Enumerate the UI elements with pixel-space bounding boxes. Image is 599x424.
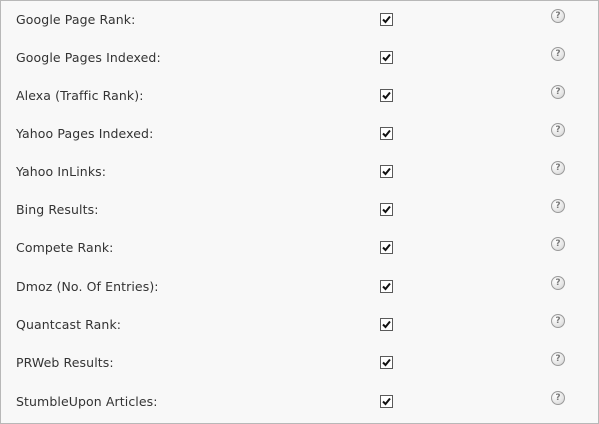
question-circle-icon[interactable]: ? bbox=[551, 314, 565, 328]
checkmark-icon bbox=[382, 53, 391, 62]
yahoo-pages-indexed-checkbox[interactable] bbox=[380, 127, 393, 140]
dmoz-entries-checkbox[interactable] bbox=[380, 280, 393, 293]
metric-label: Alexa (Traffic Rank): bbox=[16, 88, 144, 103]
question-circle-icon[interactable]: ? bbox=[551, 161, 565, 175]
question-circle-icon[interactable]: ? bbox=[551, 85, 565, 99]
checkmark-icon bbox=[382, 15, 391, 24]
metric-label: PRWeb Results: bbox=[16, 355, 114, 370]
google-pages-indexed-checkbox[interactable] bbox=[380, 51, 393, 64]
question-circle-icon[interactable]: ? bbox=[551, 391, 565, 405]
question-circle-icon[interactable]: ? bbox=[551, 199, 565, 213]
metric-label: Yahoo InLinks: bbox=[16, 164, 107, 179]
question-circle-icon[interactable]: ? bbox=[551, 352, 565, 366]
alexa-traffic-rank-checkbox[interactable] bbox=[380, 89, 393, 102]
row-yahoo-pages-indexed: Yahoo Pages Indexed: ? bbox=[1, 115, 598, 153]
question-circle-icon[interactable]: ? bbox=[551, 123, 565, 137]
question-circle-icon[interactable]: ? bbox=[551, 237, 565, 251]
checkmark-icon bbox=[382, 167, 391, 176]
question-circle-icon[interactable]: ? bbox=[551, 276, 565, 290]
checkmark-icon bbox=[382, 243, 391, 252]
compete-rank-checkbox[interactable] bbox=[380, 241, 393, 254]
metric-label: Quantcast Rank: bbox=[16, 317, 122, 332]
row-alexa-traffic-rank: Alexa (Traffic Rank): ? bbox=[1, 77, 598, 115]
row-stumbleupon-articles: StumbleUpon Articles: ? bbox=[1, 383, 598, 421]
row-yahoo-inlinks: Yahoo InLinks: ? bbox=[1, 153, 598, 191]
row-compete-rank: Compete Rank: ? bbox=[1, 229, 598, 267]
checkmark-icon bbox=[382, 205, 391, 214]
bing-results-checkbox[interactable] bbox=[380, 203, 393, 216]
metric-label: Google Page Rank: bbox=[16, 12, 136, 27]
row-dmoz-entries: Dmoz (No. Of Entries): ? bbox=[1, 268, 598, 306]
row-google-page-rank: Google Page Rank: ? bbox=[1, 1, 598, 39]
stumbleupon-articles-checkbox[interactable] bbox=[380, 395, 393, 408]
metric-label: Compete Rank: bbox=[16, 240, 114, 255]
google-page-rank-checkbox[interactable] bbox=[380, 13, 393, 26]
checkmark-icon bbox=[382, 320, 391, 329]
quantcast-rank-checkbox[interactable] bbox=[380, 318, 393, 331]
row-prweb-results: PRWeb Results: ? bbox=[1, 344, 598, 382]
settings-panel: Google Page Rank: ? Google Pages Indexed… bbox=[0, 0, 599, 424]
metric-label: StumbleUpon Articles: bbox=[16, 394, 158, 409]
checkmark-icon bbox=[382, 129, 391, 138]
metric-label: Dmoz (No. Of Entries): bbox=[16, 279, 159, 294]
checkmark-icon bbox=[382, 282, 391, 291]
yahoo-inlinks-checkbox[interactable] bbox=[380, 165, 393, 178]
row-bing-results: Bing Results: ? bbox=[1, 191, 598, 229]
checkmark-icon bbox=[382, 91, 391, 100]
row-quantcast-rank: Quantcast Rank: ? bbox=[1, 306, 598, 344]
metric-label: Google Pages Indexed: bbox=[16, 50, 161, 65]
question-circle-icon[interactable]: ? bbox=[551, 9, 565, 23]
metric-label: Bing Results: bbox=[16, 202, 99, 217]
metric-label: Yahoo Pages Indexed: bbox=[16, 126, 154, 141]
prweb-results-checkbox[interactable] bbox=[380, 356, 393, 369]
question-circle-icon[interactable]: ? bbox=[551, 47, 565, 61]
row-google-pages-indexed: Google Pages Indexed: ? bbox=[1, 39, 598, 77]
checkmark-icon bbox=[382, 358, 391, 367]
checkmark-icon bbox=[382, 397, 391, 406]
